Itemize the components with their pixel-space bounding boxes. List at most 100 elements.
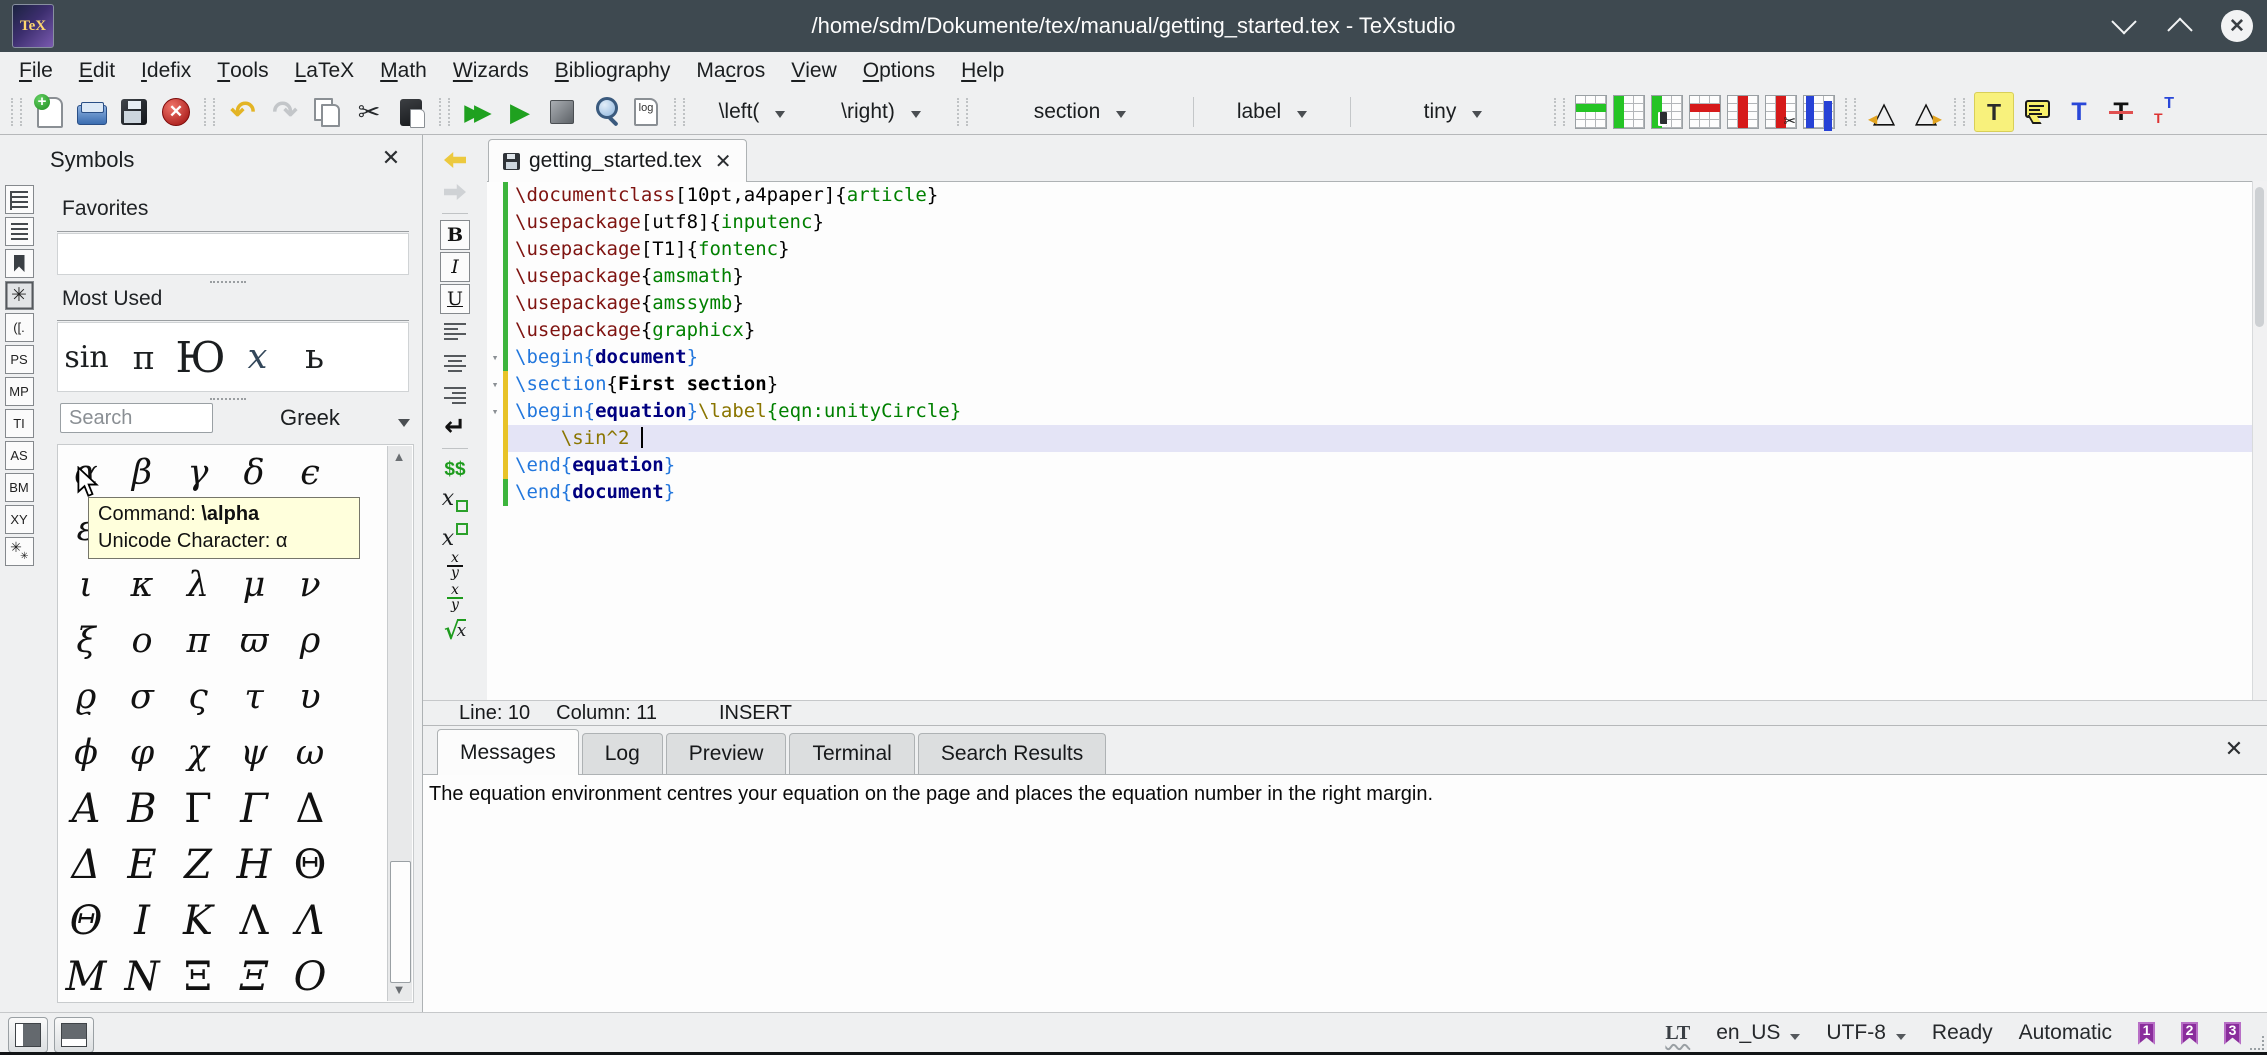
symbol-cell[interactable]: N <box>114 949 170 1005</box>
dropdown-label[interactable]: label <box>1202 94 1342 130</box>
menu-bibliography[interactable]: Bibliography <box>542 52 684 90</box>
symbol-cell[interactable]: A <box>58 781 114 837</box>
build-and-view-icon[interactable] <box>459 93 497 131</box>
panel-tab-messages[interactable]: Messages <box>437 729 579 775</box>
panel-tab-search-results[interactable]: Search Results <box>918 733 1106 774</box>
symbol-cell[interactable]: ρ <box>282 613 338 669</box>
symbol-cell[interactable]: Ξ <box>226 949 282 1005</box>
symbol-cell[interactable]: Ξ <box>170 949 226 1005</box>
symbol-cell[interactable]: ς <box>170 669 226 725</box>
most-used-symbol[interactable]: π <box>115 338 172 377</box>
new-document-icon[interactable] <box>31 93 69 131</box>
align-columns-icon[interactable] <box>1803 95 1835 129</box>
symbol-cell[interactable]: ψ <box>226 725 282 781</box>
symbol-cell[interactable]: Z <box>170 837 226 893</box>
rotate-triangle-left-icon[interactable] <box>1865 93 1903 131</box>
most-used-symbol[interactable]: x <box>229 337 286 377</box>
search-input[interactable] <box>60 403 213 433</box>
most-used-symbol[interactable]: sin <box>58 340 115 375</box>
inline-math-icon[interactable] <box>439 455 471 485</box>
symbol-cell[interactable]: Γ <box>170 781 226 837</box>
rail-structure-panel[interactable] <box>5 185 34 214</box>
code-line[interactable]: ▾\section{First section} <box>487 371 2267 398</box>
dropdown-left[interactable]: \left( <box>692 94 812 130</box>
align-left-icon[interactable] <box>443 316 467 346</box>
code-line[interactable]: \end{equation} <box>487 452 2267 479</box>
text-color-icon[interactable] <box>2060 93 2098 131</box>
symbol-cell[interactable]: υ <box>282 669 338 725</box>
rail-xy-panel[interactable]: XY <box>5 505 34 534</box>
undo-icon[interactable] <box>224 93 262 131</box>
symbol-cell[interactable]: τ <box>226 669 282 725</box>
drag-handle[interactable] <box>210 394 246 400</box>
code-editor[interactable]: \documentclass[10pt,a4paper]{article}\us… <box>487 182 2267 700</box>
menu-edit[interactable]: Edit <box>66 52 128 90</box>
rail-misc-symbols-panel[interactable] <box>5 537 34 566</box>
italic-button[interactable]: I <box>440 252 470 282</box>
view-log-icon[interactable] <box>627 93 665 131</box>
bookmark-icon[interactable]: 3 <box>2224 1022 2241 1045</box>
rail-metapost-panel[interactable]: MP <box>5 377 34 406</box>
code-line[interactable]: ▾\begin{equation}\label{eqn:unityCircle} <box>487 398 2267 425</box>
symbol-cell[interactable]: β <box>114 445 170 501</box>
bookmark-icon[interactable]: 2 <box>2181 1022 2198 1045</box>
rail-brackets-panel[interactable]: ([. <box>5 313 34 342</box>
symbol-cell[interactable]: K <box>170 893 226 949</box>
symbol-cell[interactable]: Δ <box>58 837 114 893</box>
symbol-cell[interactable]: δ <box>226 445 282 501</box>
symbol-cell[interactable]: ϵ <box>282 445 338 501</box>
text-highlight-icon[interactable] <box>1974 92 2014 132</box>
menu-tools[interactable]: Tools <box>204 52 281 90</box>
view-icon[interactable] <box>585 93 623 131</box>
symbol-cell[interactable]: σ <box>114 669 170 725</box>
symbol-cell[interactable]: I <box>114 893 170 949</box>
menu-view[interactable]: View <box>778 52 850 90</box>
languagetool-icon[interactable]: LT <box>1665 1022 1690 1045</box>
rail-lines-panel[interactable] <box>5 217 34 246</box>
symbol-cell[interactable]: φ <box>114 725 170 781</box>
align-right-icon[interactable] <box>443 380 467 410</box>
compile-icon[interactable] <box>501 93 539 131</box>
symbol-cell[interactable]: O <box>282 949 338 1005</box>
dropdown-section[interactable]: section <box>975 94 1185 130</box>
language-selector[interactable]: en_US <box>1716 1021 1780 1045</box>
menu-idefix[interactable]: Idefix <box>128 52 204 90</box>
close-document-icon[interactable] <box>157 93 195 131</box>
panel-tab-log[interactable]: Log <box>582 733 663 774</box>
paste-icon[interactable] <box>392 93 430 131</box>
copy-icon[interactable] <box>308 93 346 131</box>
redo-icon[interactable] <box>266 93 304 131</box>
code-line[interactable]: \usepackage{graphicx} <box>487 317 2267 344</box>
most-used-symbol[interactable]: Ю <box>172 333 229 382</box>
compile-mode[interactable]: Automatic <box>2019 1021 2112 1045</box>
scrollbar-thumb[interactable] <box>390 861 411 983</box>
square-root-icon[interactable] <box>439 615 471 645</box>
category-dropdown[interactable]: Greek <box>280 403 410 433</box>
go-back-icon[interactable] <box>439 145 471 175</box>
superscript-icon[interactable] <box>439 519 471 549</box>
symbol-cell[interactable]: ω <box>282 725 338 781</box>
symbol-grid-scrollbar[interactable]: ▲ ▼ <box>387 446 412 1001</box>
menu-macros[interactable]: Macros <box>683 52 778 90</box>
symbol-cell[interactable]: B <box>114 781 170 837</box>
rail-beamer-panel[interactable]: BM <box>5 473 34 502</box>
symbol-cell[interactable]: μ <box>226 557 282 613</box>
symbol-cell[interactable]: H <box>226 837 282 893</box>
panel-tab-preview[interactable]: Preview <box>666 733 787 774</box>
add-column-icon[interactable] <box>1613 95 1645 129</box>
scroll-down-icon[interactable]: ▼ <box>390 981 408 999</box>
symbol-cell[interactable]: ξ <box>58 613 114 669</box>
menu-math[interactable]: Math <box>367 52 440 90</box>
change-case-icon[interactable] <box>2144 93 2182 131</box>
symbol-cell[interactable]: ϱ <box>58 669 114 725</box>
symbol-cell[interactable]: E <box>114 837 170 893</box>
menu-file[interactable]: File <box>6 52 66 90</box>
menu-latex[interactable]: LaTeX <box>282 52 368 90</box>
cut-column-icon[interactable] <box>1765 95 1797 129</box>
menu-options[interactable]: Options <box>850 52 948 90</box>
rotate-triangle-right-icon[interactable] <box>1907 93 1945 131</box>
code-line[interactable]: \end{document} <box>487 479 2267 506</box>
tab-close-icon[interactable]: ✕ <box>715 149 732 174</box>
bold-button[interactable]: B <box>440 220 470 250</box>
panel-close-icon[interactable]: ✕ <box>2221 736 2247 762</box>
